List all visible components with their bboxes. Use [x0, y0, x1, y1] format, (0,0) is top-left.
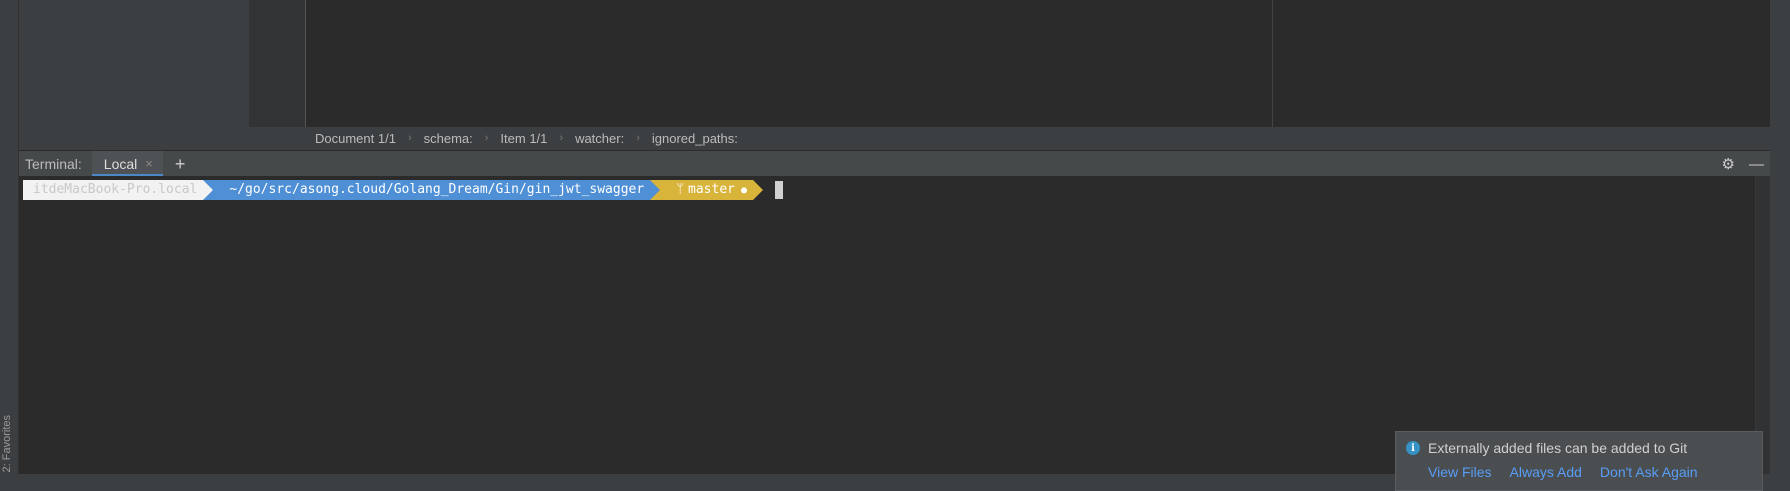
chevron-right-icon: › [559, 132, 564, 144]
prompt-path-segment: ~/go/src/asong.cloud/Golang_Dream/Gin/gi… [213, 180, 651, 200]
info-icon: i [1406, 441, 1420, 455]
prompt-git-segment: ᛘ master ● [660, 180, 754, 200]
add-tab-icon[interactable]: + [175, 155, 186, 173]
left-tool-stripe: 2: Favorites [0, 0, 19, 474]
chevron-right-icon: › [484, 132, 489, 144]
powerline-separator [650, 180, 661, 200]
powerline-separator [753, 180, 764, 200]
close-icon[interactable]: × [145, 156, 153, 171]
shell-prompt: itdeMacBook-Pro.local ~/go/src/asong.clo… [23, 180, 784, 200]
breadcrumb: Document 1/1 › schema: › Item 1/1 › watc… [249, 127, 1769, 149]
git-notification-balloon: i Externally added files can be added to… [1395, 431, 1763, 491]
git-branch-icon: ᛘ [676, 182, 685, 197]
right-tool-stripe [1770, 0, 1790, 474]
powerline-separator [203, 180, 214, 200]
prompt-host-segment: itdeMacBook-Pro.local [23, 180, 204, 200]
breadcrumb-document[interactable]: Document 1/1 [315, 131, 396, 146]
breadcrumb-ignored-paths[interactable]: ignored_paths: [652, 131, 738, 146]
breadcrumb-watcher[interactable]: watcher: [575, 131, 624, 146]
favorites-tool-button[interactable]: 2: Favorites [1, 415, 13, 472]
terminal-title: Terminal: [25, 155, 82, 172]
terminal-output[interactable]: itdeMacBook-Pro.local ~/go/src/asong.clo… [19, 176, 1755, 474]
dirty-indicator-icon: ● [740, 185, 748, 196]
tab-local[interactable]: Local × [91, 150, 163, 177]
terminal-cursor [775, 181, 784, 199]
git-branch-name: master [688, 182, 735, 197]
terminal-header-actions: ⚙ — [1722, 151, 1764, 177]
minimize-icon[interactable]: — [1749, 156, 1764, 173]
always-add-link[interactable]: Always Add [1510, 464, 1582, 480]
tab-local-label: Local [103, 155, 138, 172]
terminal-tool-header: Terminal: Local × + ⚙ — [19, 150, 1770, 177]
breadcrumb-schema[interactable]: schema: [424, 131, 473, 146]
breadcrumb-item[interactable]: Item 1/1 [500, 131, 547, 146]
project-pane [19, 0, 249, 150]
terminal-scrollbar[interactable] [1755, 176, 1771, 474]
chevron-right-icon: › [636, 132, 640, 144]
notification-message: Externally added files can be added to G… [1428, 440, 1688, 456]
editor-gutter [249, 0, 305, 127]
editor-area[interactable] [305, 0, 1770, 127]
chevron-right-icon: › [407, 132, 412, 144]
dont-ask-again-link[interactable]: Don't Ask Again [1600, 464, 1698, 480]
view-files-link[interactable]: View Files [1428, 464, 1492, 480]
gear-icon[interactable]: ⚙ [1722, 155, 1735, 173]
editor-right-margin-guide [1272, 0, 1273, 127]
